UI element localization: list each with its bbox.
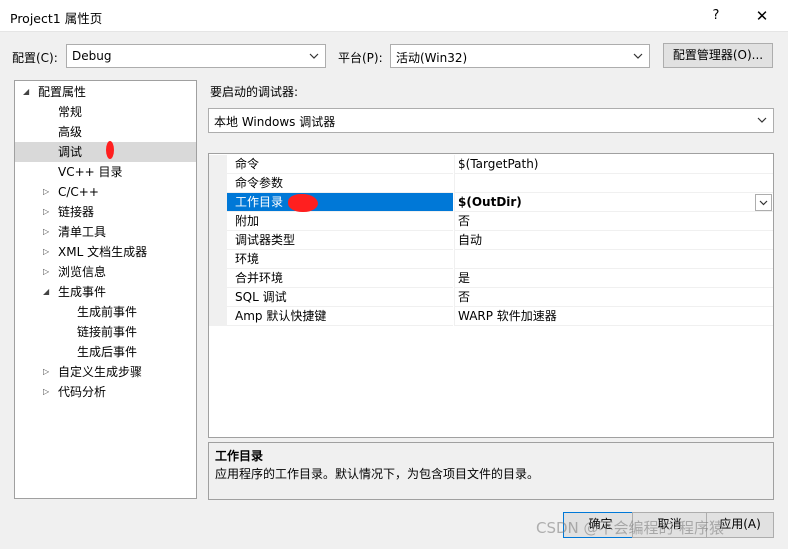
property-row[interactable]: Amp 默认快捷键 WARP 软件加速器 <box>209 307 773 326</box>
property-row[interactable]: 环境 <box>209 250 773 269</box>
tree-item-linker[interactable]: 链接器 <box>58 202 94 222</box>
row-gutter <box>209 307 227 326</box>
property-row[interactable]: 调试器类型 自动 <box>209 231 773 250</box>
row-gutter <box>209 269 227 288</box>
row-gutter <box>209 212 227 231</box>
tree-item-custom-build-step[interactable]: 自定义生成步骤 <box>58 362 142 382</box>
row-gutter <box>209 174 227 193</box>
chevron-down-icon <box>309 53 319 59</box>
chevron-down-icon <box>757 117 767 123</box>
chevron-down-icon <box>759 200 768 206</box>
property-value[interactable]: 是 <box>454 269 773 288</box>
property-value[interactable]: 否 <box>454 288 773 307</box>
expand-right-icon[interactable]: ▷ <box>43 202 53 222</box>
property-value[interactable]: 否 <box>454 212 773 231</box>
help-button[interactable]: ? <box>702 3 730 29</box>
property-value[interactable]: WARP 软件加速器 <box>454 307 773 326</box>
property-value[interactable]: $(OutDir) <box>454 193 773 212</box>
debugger-dropdown[interactable]: 本地 Windows 调试器 <box>208 108 774 133</box>
description-panel: 工作目录 应用程序的工作目录。默认情况下，为包含项目文件的目录。 <box>208 442 774 500</box>
annotation-mark-1 <box>106 141 114 159</box>
property-name: 命令参数 <box>227 174 453 193</box>
platform-label: 平台(P): <box>338 51 383 65</box>
property-value[interactable] <box>454 174 773 193</box>
tree-item-xml-doc-generator[interactable]: XML 文档生成器 <box>58 242 147 262</box>
property-value[interactable] <box>454 250 773 269</box>
property-row[interactable]: SQL 调试 否 <box>209 288 773 307</box>
property-row[interactable]: 合并环境 是 <box>209 269 773 288</box>
config-value: Debug <box>72 49 112 63</box>
property-name: 工作目录 <box>227 193 453 212</box>
property-row[interactable]: 命令参数 <box>209 174 773 193</box>
tree-item-code-analysis[interactable]: 代码分析 <box>58 382 106 402</box>
tree-item-browse-info[interactable]: 浏览信息 <box>58 262 106 282</box>
property-name: Amp 默认快捷键 <box>227 307 453 326</box>
property-name: 合并环境 <box>227 269 453 288</box>
tree-item-pre-build-event[interactable]: 生成前事件 <box>77 302 137 322</box>
row-gutter <box>209 250 227 269</box>
tree-item-root[interactable]: 配置属性 <box>38 82 86 102</box>
window-title: Project1 属性页 <box>10 11 103 26</box>
row-gutter <box>209 155 227 174</box>
tree-item-pre-link-event[interactable]: 链接前事件 <box>77 322 137 342</box>
property-name: 环境 <box>227 250 453 269</box>
value-dropdown-button[interactable] <box>755 194 772 211</box>
title-bar: Project1 属性页 ? ✕ <box>0 0 788 32</box>
tree-item-debugging[interactable]: 调试 <box>58 142 82 162</box>
tree-item-vc-directories[interactable]: VC++ 目录 <box>58 162 123 182</box>
property-row[interactable]: 附加 否 <box>209 212 773 231</box>
debugger-label: 要启动的调试器: <box>210 85 299 99</box>
property-name: SQL 调试 <box>227 288 453 307</box>
tree-item-advanced[interactable]: 高级 <box>58 122 82 142</box>
property-value[interactable]: 自动 <box>454 231 773 250</box>
row-gutter <box>209 288 227 307</box>
tree-item-cpp[interactable]: C/C++ <box>58 182 99 202</box>
expand-right-icon[interactable]: ▷ <box>43 222 53 242</box>
chevron-down-icon <box>633 53 643 59</box>
expand-right-icon[interactable]: ▷ <box>43 242 53 262</box>
config-label: 配置(C): <box>12 51 58 65</box>
tree-item-build-events[interactable]: 生成事件 <box>58 282 106 302</box>
close-button[interactable]: ✕ <box>747 3 777 29</box>
platform-dropdown[interactable]: 活动(Win32) <box>390 44 650 68</box>
property-row[interactable]: 命令 $(TargetPath) <box>209 155 773 174</box>
expand-right-icon[interactable]: ▷ <box>43 182 53 202</box>
platform-value: 活动(Win32) <box>396 51 468 65</box>
annotation-mark-2 <box>288 194 318 212</box>
property-name: 附加 <box>227 212 453 231</box>
tree-item-manifest-tool[interactable]: 清单工具 <box>58 222 106 242</box>
expand-down-icon[interactable]: ◢ <box>23 82 33 102</box>
watermark-text: CSDN @不会编程的-程序猿 <box>536 519 724 537</box>
description-text: 应用程序的工作目录。默认情况下，为包含项目文件的目录。 <box>215 467 540 481</box>
expand-down-icon[interactable]: ◢ <box>43 282 53 302</box>
debugger-value: 本地 Windows 调试器 <box>214 115 336 129</box>
expand-right-icon[interactable]: ▷ <box>43 362 53 382</box>
property-value[interactable]: $(TargetPath) <box>454 155 773 174</box>
row-gutter <box>209 231 227 250</box>
config-manager-button[interactable]: 配置管理器(O)... <box>663 43 773 68</box>
expand-right-icon[interactable]: ▷ <box>43 382 53 402</box>
property-name: 命令 <box>227 155 453 174</box>
expand-right-icon[interactable]: ▷ <box>43 262 53 282</box>
row-gutter <box>209 193 227 212</box>
property-tree[interactable]: ◢ 配置属性 常规 高级 调试 VC++ 目录 ▷ C/C++ ▷ 链接器 ▷ … <box>14 80 197 499</box>
tree-item-post-build-event[interactable]: 生成后事件 <box>77 342 137 362</box>
config-dropdown[interactable]: Debug <box>66 44 326 68</box>
tree-item-general[interactable]: 常规 <box>58 102 82 122</box>
property-name: 调试器类型 <box>227 231 453 250</box>
description-title: 工作目录 <box>215 449 264 463</box>
